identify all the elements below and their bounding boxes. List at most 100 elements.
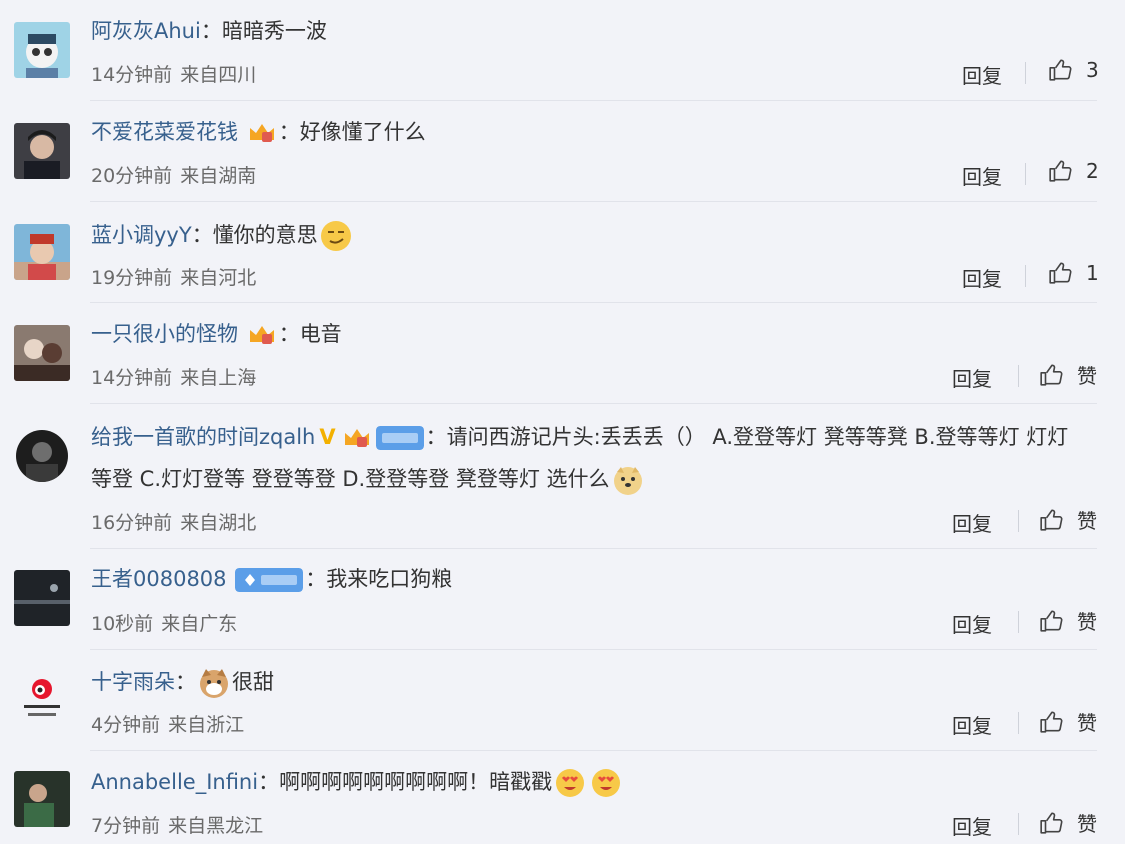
- reply-button[interactable]: 回复: [952, 508, 992, 537]
- comment-meta: 14分钟前 来自四川: [91, 60, 256, 87]
- comment-text: 啊啊啊啊啊啊啊啊啊！暗戳戳: [279, 770, 553, 794]
- username[interactable]: 给我一首歌的时间zqalh: [91, 425, 315, 449]
- location: 来自黑龙江: [168, 815, 264, 837]
- like-button[interactable]: 赞: [1039, 808, 1097, 837]
- like-count: 3: [1086, 58, 1099, 82]
- divider: [1018, 712, 1019, 734]
- comment-line: 阿灰灰Ahui：暗暗秀一波: [91, 19, 327, 43]
- location: 来自四川: [180, 64, 257, 86]
- smirk-emoji-icon: [320, 221, 351, 251]
- timestamp: 19分钟前: [91, 267, 173, 289]
- comment-line: 一只很小的怪物 ：电音: [91, 322, 342, 346]
- heart-eyes-emoji-icon: [556, 769, 585, 797]
- thumbs-up-icon: [1049, 160, 1072, 182]
- like-button[interactable]: 3: [1048, 57, 1099, 83]
- avatar[interactable]: [14, 22, 70, 78]
- timestamp: 14分钟前: [91, 367, 173, 389]
- reply-button[interactable]: 回复: [952, 363, 992, 392]
- divider: [1018, 813, 1019, 835]
- comment-item: 不爱花菜爱花钱 ：好像懂了什么 20分钟前 来自湖南 回复 2: [0, 101, 1125, 202]
- like-count: 2: [1086, 159, 1099, 183]
- comment-line: 蓝小调yyY：懂你的意思: [91, 214, 1085, 256]
- comment-item: Annabelle_Infini：啊啊啊啊啊啊啊啊啊！暗戳戳 7分钟前 来自黑龙江…: [0, 751, 1125, 844]
- like-button[interactable]: 赞: [1039, 606, 1097, 635]
- location: 来自广东: [161, 613, 238, 635]
- comment-text: 电音: [299, 322, 342, 346]
- like-button[interactable]: 赞: [1039, 707, 1097, 736]
- username[interactable]: 阿灰灰Ahui: [91, 19, 201, 43]
- location: 来自上海: [180, 367, 257, 389]
- reply-button[interactable]: 回复: [952, 710, 992, 739]
- location: 来自湖北: [180, 512, 257, 534]
- reply-button[interactable]: 回复: [962, 263, 1002, 292]
- comment-item: 给我一首歌的时间zqalh V ：请问西游记片头:丢丢丢（） A.登登等灯 凳等等凳…: [0, 404, 1125, 549]
- level-badge-icon: [235, 568, 304, 592]
- timestamp: 20分钟前: [91, 165, 173, 187]
- comment-line: 十字雨朵： 很甜: [91, 661, 1085, 703]
- comment-meta: 16分钟前 来自湖北: [91, 508, 256, 535]
- crown-badge-icon: [344, 429, 369, 447]
- avatar[interactable]: [14, 671, 70, 727]
- username[interactable]: 蓝小调yyY: [91, 223, 192, 247]
- comment-line: 王者0080808 ：我来吃口狗粮: [91, 567, 453, 592]
- like-count: 1: [1086, 261, 1099, 285]
- timestamp: 4分钟前: [91, 714, 161, 736]
- comment-meta: 20分钟前 来自湖南: [91, 161, 256, 188]
- comment-meta: 7分钟前 来自黑龙江: [91, 811, 263, 838]
- comment-list: 阿灰灰Ahui：暗暗秀一波 14分钟前 来自四川 回复 3 不爱花菜爱花钱 ：好像…: [0, 0, 1125, 844]
- timestamp: 16分钟前: [91, 512, 173, 534]
- divider: [1018, 365, 1019, 387]
- thumbs-up-icon: [1040, 363, 1063, 386]
- location: 来自浙江: [168, 714, 245, 736]
- reply-button[interactable]: 回复: [952, 609, 992, 638]
- username[interactable]: Annabelle_Infini: [91, 770, 258, 794]
- comment-text: 好像懂了什么: [299, 120, 426, 144]
- reply-button[interactable]: 回复: [952, 811, 992, 840]
- thumbs-up-icon: [1040, 811, 1063, 834]
- thumbs-up-icon: [1040, 710, 1063, 733]
- avatar[interactable]: [14, 570, 70, 626]
- level-badge-icon: [375, 426, 424, 450]
- timestamp: 7分钟前: [91, 815, 161, 837]
- username[interactable]: 王者0080808: [91, 567, 227, 591]
- like-button[interactable]: 1: [1048, 260, 1099, 286]
- username[interactable]: 不爱花菜爱花钱: [91, 120, 238, 144]
- thumbs-up-icon: [1049, 262, 1072, 284]
- comment-meta: 19分钟前 来自河北: [91, 263, 256, 290]
- avatar[interactable]: [14, 224, 70, 280]
- comment-text: 暗暗秀一波: [221, 19, 327, 43]
- like-button[interactable]: 赞: [1039, 360, 1097, 389]
- heart-eyes-emoji-icon: [592, 769, 621, 797]
- comment-meta: 14分钟前 来自上海: [91, 363, 256, 390]
- comment-item: 蓝小调yyY：懂你的意思 19分钟前 来自河北 回复 1: [0, 202, 1125, 303]
- avatar[interactable]: [16, 430, 68, 482]
- divider: [1018, 611, 1019, 633]
- comment-item: 阿灰灰Ahui：暗暗秀一波 14分钟前 来自四川 回复 3: [0, 0, 1125, 101]
- location: 来自湖南: [180, 165, 257, 187]
- avatar[interactable]: [14, 123, 70, 179]
- reply-button[interactable]: 回复: [962, 161, 1002, 190]
- comment-item: 十字雨朵： 很甜 4分钟前 来自浙江 回复 赞: [0, 650, 1125, 751]
- comment-line: Annabelle_Infini：啊啊啊啊啊啊啊啊啊！暗戳戳: [91, 761, 1085, 803]
- avatar[interactable]: [14, 771, 70, 827]
- comment-item: 王者0080808 ：我来吃口狗粮 10秒前 来自广东 回复 赞: [0, 549, 1125, 650]
- timestamp: 10秒前: [91, 613, 154, 635]
- username[interactable]: 一只很小的怪物: [91, 322, 238, 346]
- like-button[interactable]: 2: [1048, 158, 1099, 184]
- comment-text: 懂你的意思: [212, 223, 318, 247]
- thumbs-up-icon: [1040, 609, 1063, 632]
- divider: [1018, 510, 1019, 532]
- avatar[interactable]: [14, 325, 70, 381]
- divider: [1025, 163, 1026, 185]
- username[interactable]: 十字雨朵: [91, 670, 175, 694]
- comment-item: 一只很小的怪物 ：电音 14分钟前 来自上海 回复 赞: [0, 303, 1125, 404]
- like-button[interactable]: 赞: [1039, 505, 1097, 534]
- timestamp: 14分钟前: [91, 64, 173, 86]
- reply-button[interactable]: 回复: [962, 60, 1002, 89]
- like-label: 赞: [1077, 364, 1097, 388]
- crown-badge-icon: [249, 124, 274, 142]
- comment-text: 我来吃口狗粮: [326, 567, 453, 591]
- comment-line: 不爱花菜爱花钱 ：好像懂了什么: [91, 120, 426, 144]
- divider: [1025, 62, 1026, 84]
- comment-line: 给我一首歌的时间zqalh V ：请问西游记片头:丢丢丢（） A.登登等灯 凳等等凳…: [91, 416, 1081, 500]
